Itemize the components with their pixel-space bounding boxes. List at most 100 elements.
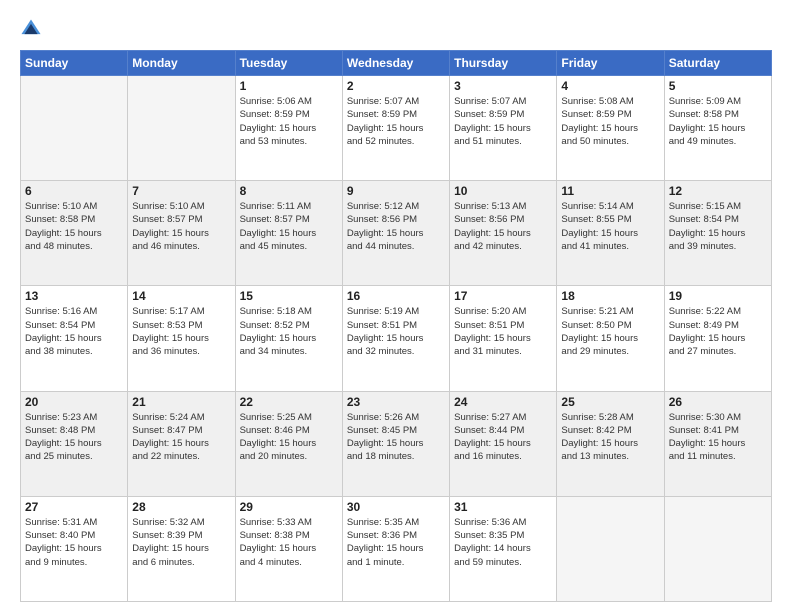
day-number: 3 [454,79,552,93]
day-info: Sunrise: 5:09 AMSunset: 8:58 PMDaylight:… [669,95,767,148]
calendar-day-cell: 8 Sunrise: 5:11 AMSunset: 8:57 PMDaylight… [235,181,342,286]
calendar-day-cell: 22 Sunrise: 5:25 AMSunset: 8:46 PMDayligh… [235,391,342,496]
day-info: Sunrise: 5:21 AMSunset: 8:50 PMDaylight:… [561,305,659,358]
calendar-day-cell [664,496,771,601]
calendar-day-cell: 20 Sunrise: 5:23 AMSunset: 8:48 PMDayligh… [21,391,128,496]
day-info: Sunrise: 5:10 AMSunset: 8:57 PMDaylight:… [132,200,230,253]
calendar-week-row: 1 Sunrise: 5:06 AMSunset: 8:59 PMDaylight… [21,76,772,181]
calendar-day-cell: 14Sunrise: 5:17 AMSunset: 8:53 PMDayligh… [128,286,235,391]
calendar-day-cell: 29 Sunrise: 5:33 AMSunset: 8:38 PMDayligh… [235,496,342,601]
day-info: Sunrise: 5:11 AMSunset: 8:57 PMDaylight:… [240,200,338,253]
calendar-weekday-header: Thursday [450,51,557,76]
day-info: Sunrise: 5:25 AMSunset: 8:46 PMDaylight:… [240,411,338,464]
day-number: 8 [240,184,338,198]
calendar-day-cell: 6 Sunrise: 5:10 AMSunset: 8:58 PMDaylight… [21,181,128,286]
day-info: Sunrise: 5:13 AMSunset: 8:56 PMDaylight:… [454,200,552,253]
calendar-day-cell: 19 Sunrise: 5:22 AMSunset: 8:49 PMDayligh… [664,286,771,391]
calendar-day-cell: 18 Sunrise: 5:21 AMSunset: 8:50 PMDayligh… [557,286,664,391]
day-info: Sunrise: 5:10 AMSunset: 8:58 PMDaylight:… [25,200,123,253]
logo-icon [20,18,42,40]
day-number: 19 [669,289,767,303]
day-number: 1 [240,79,338,93]
day-info: Sunrise: 5:20 AMSunset: 8:51 PMDaylight:… [454,305,552,358]
day-number: 23 [347,395,445,409]
calendar-day-cell: 2Sunrise: 5:07 AMSunset: 8:59 PMDaylight… [342,76,449,181]
day-info: Sunrise: 5:07 AMSunset: 8:59 PMDaylight:… [454,95,552,148]
day-number: 15 [240,289,338,303]
day-number: 11 [561,184,659,198]
calendar-day-cell: 9Sunrise: 5:12 AMSunset: 8:56 PMDaylight… [342,181,449,286]
day-number: 10 [454,184,552,198]
calendar-day-cell: 7 Sunrise: 5:10 AMSunset: 8:57 PMDaylight… [128,181,235,286]
day-number: 29 [240,500,338,514]
day-info: Sunrise: 5:15 AMSunset: 8:54 PMDaylight:… [669,200,767,253]
calendar-day-cell: 21Sunrise: 5:24 AMSunset: 8:47 PMDayligh… [128,391,235,496]
day-number: 6 [25,184,123,198]
day-number: 28 [132,500,230,514]
day-number: 16 [347,289,445,303]
calendar-day-cell: 10 Sunrise: 5:13 AMSunset: 8:56 PMDayligh… [450,181,557,286]
day-info: Sunrise: 5:35 AMSunset: 8:36 PMDaylight:… [347,516,445,569]
day-info: Sunrise: 5:19 AMSunset: 8:51 PMDaylight:… [347,305,445,358]
day-info: Sunrise: 5:30 AMSunset: 8:41 PMDaylight:… [669,411,767,464]
calendar-weekday-header: Tuesday [235,51,342,76]
calendar-day-cell: 28 Sunrise: 5:32 AMSunset: 8:39 PMDayligh… [128,496,235,601]
day-number: 12 [669,184,767,198]
day-number: 30 [347,500,445,514]
day-number: 13 [25,289,123,303]
calendar-day-cell: 13 Sunrise: 5:16 AMSunset: 8:54 PMDayligh… [21,286,128,391]
calendar-weekday-header: Wednesday [342,51,449,76]
calendar-day-cell: 4 Sunrise: 5:08 AMSunset: 8:59 PMDaylight… [557,76,664,181]
day-info: Sunrise: 5:14 AMSunset: 8:55 PMDaylight:… [561,200,659,253]
calendar-day-cell: 5Sunrise: 5:09 AMSunset: 8:58 PMDaylight… [664,76,771,181]
calendar-weekday-header: Monday [128,51,235,76]
day-number: 27 [25,500,123,514]
day-info: Sunrise: 5:22 AMSunset: 8:49 PMDaylight:… [669,305,767,358]
day-number: 18 [561,289,659,303]
day-number: 24 [454,395,552,409]
day-info: Sunrise: 5:18 AMSunset: 8:52 PMDaylight:… [240,305,338,358]
calendar-day-cell: 17 Sunrise: 5:20 AMSunset: 8:51 PMDayligh… [450,286,557,391]
day-info: Sunrise: 5:08 AMSunset: 8:59 PMDaylight:… [561,95,659,148]
header [20,18,772,40]
calendar-day-cell [128,76,235,181]
day-info: Sunrise: 5:32 AMSunset: 8:39 PMDaylight:… [132,516,230,569]
page: SundayMondayTuesdayWednesdayThursdayFrid… [0,0,792,612]
calendar-day-cell: 24 Sunrise: 5:27 AMSunset: 8:44 PMDayligh… [450,391,557,496]
calendar-day-cell: 12 Sunrise: 5:15 AMSunset: 8:54 PMDayligh… [664,181,771,286]
calendar-header-row: SundayMondayTuesdayWednesdayThursdayFrid… [21,51,772,76]
calendar-day-cell [557,496,664,601]
calendar-week-row: 20 Sunrise: 5:23 AMSunset: 8:48 PMDayligh… [21,391,772,496]
day-info: Sunrise: 5:12 AMSunset: 8:56 PMDaylight:… [347,200,445,253]
day-number: 17 [454,289,552,303]
calendar-day-cell: 23 Sunrise: 5:26 AMSunset: 8:45 PMDayligh… [342,391,449,496]
calendar-day-cell: 1 Sunrise: 5:06 AMSunset: 8:59 PMDaylight… [235,76,342,181]
day-info: Sunrise: 5:33 AMSunset: 8:38 PMDaylight:… [240,516,338,569]
day-info: Sunrise: 5:28 AMSunset: 8:42 PMDaylight:… [561,411,659,464]
calendar-week-row: 13 Sunrise: 5:16 AMSunset: 8:54 PMDayligh… [21,286,772,391]
day-number: 20 [25,395,123,409]
day-number: 31 [454,500,552,514]
day-number: 4 [561,79,659,93]
day-info: Sunrise: 5:26 AMSunset: 8:45 PMDaylight:… [347,411,445,464]
calendar-day-cell: 3 Sunrise: 5:07 AMSunset: 8:59 PMDaylight… [450,76,557,181]
calendar-day-cell: 26Sunrise: 5:30 AMSunset: 8:41 PMDayligh… [664,391,771,496]
calendar-weekday-header: Saturday [664,51,771,76]
calendar-table: SundayMondayTuesdayWednesdayThursdayFrid… [20,50,772,602]
calendar-weekday-header: Friday [557,51,664,76]
calendar-weekday-header: Sunday [21,51,128,76]
calendar-day-cell: 11 Sunrise: 5:14 AMSunset: 8:55 PMDayligh… [557,181,664,286]
day-info: Sunrise: 5:07 AMSunset: 8:59 PMDaylight:… [347,95,445,148]
day-info: Sunrise: 5:06 AMSunset: 8:59 PMDaylight:… [240,95,338,148]
day-number: 7 [132,184,230,198]
calendar-day-cell [21,76,128,181]
day-info: Sunrise: 5:27 AMSunset: 8:44 PMDaylight:… [454,411,552,464]
day-info: Sunrise: 5:23 AMSunset: 8:48 PMDaylight:… [25,411,123,464]
day-number: 22 [240,395,338,409]
day-info: Sunrise: 5:24 AMSunset: 8:47 PMDaylight:… [132,411,230,464]
calendar-day-cell: 31Sunrise: 5:36 AMSunset: 8:35 PMDayligh… [450,496,557,601]
calendar-week-row: 27Sunrise: 5:31 AMSunset: 8:40 PMDayligh… [21,496,772,601]
logo [20,18,46,40]
day-info: Sunrise: 5:16 AMSunset: 8:54 PMDaylight:… [25,305,123,358]
calendar-day-cell: 30 Sunrise: 5:35 AMSunset: 8:36 PMDayligh… [342,496,449,601]
